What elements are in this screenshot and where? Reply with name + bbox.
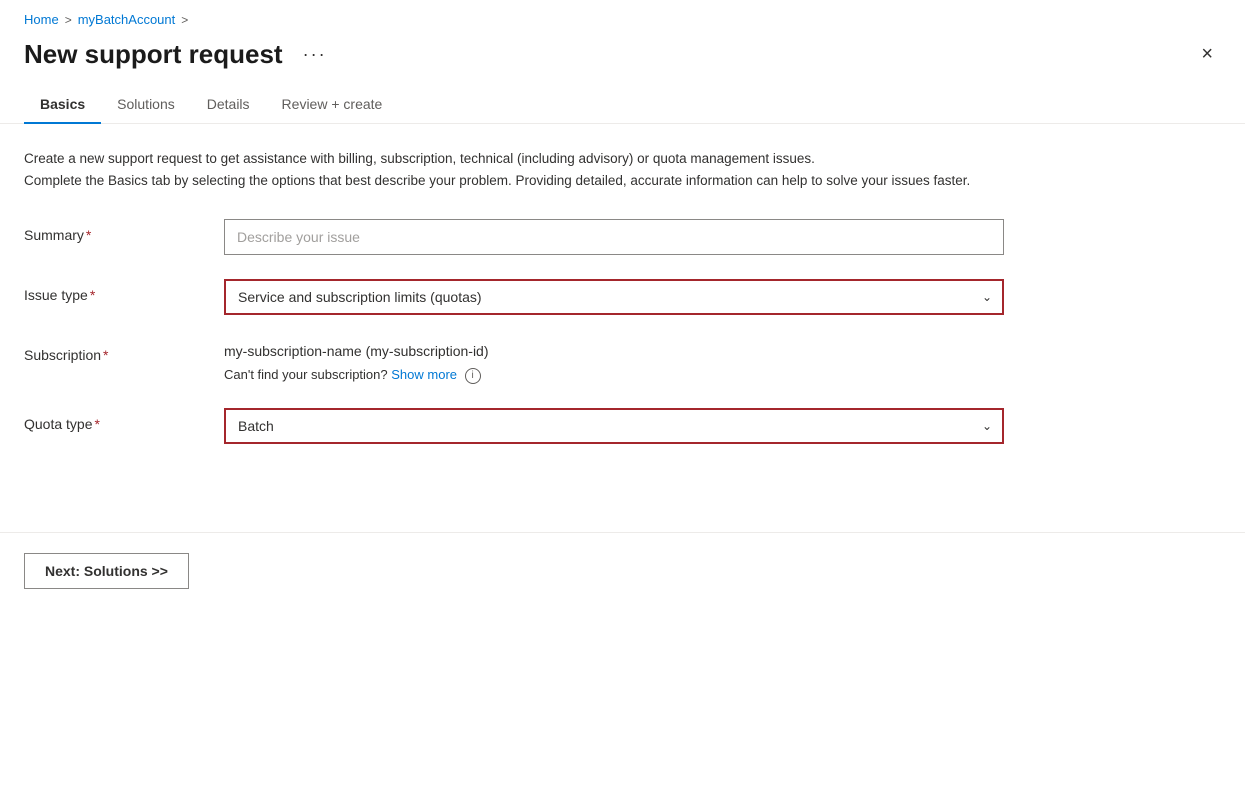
summary-row: Summary* bbox=[24, 219, 1176, 255]
subscription-link-row: Can't find your subscription? Show more … bbox=[224, 367, 1004, 384]
page-header: New support request ··· × bbox=[0, 35, 1245, 86]
summary-label: Summary* bbox=[24, 219, 224, 243]
subscription-control: my-subscription-name (my-subscription-id… bbox=[224, 339, 1004, 384]
page-title: New support request bbox=[24, 39, 283, 70]
issue-type-select-wrapper: Service and subscription limits (quotas)… bbox=[224, 279, 1004, 315]
quota-type-required: * bbox=[95, 416, 100, 432]
summary-control bbox=[224, 219, 1004, 255]
quota-type-label: Quota type* bbox=[24, 408, 224, 432]
tab-details[interactable]: Details bbox=[191, 86, 266, 124]
summary-input[interactable] bbox=[224, 219, 1004, 255]
summary-required: * bbox=[86, 227, 91, 243]
next-solutions-button[interactable]: Next: Solutions >> bbox=[24, 553, 189, 589]
breadcrumb-sep1: > bbox=[65, 13, 72, 27]
issue-type-select[interactable]: Service and subscription limits (quotas)… bbox=[224, 279, 1004, 315]
subscription-required: * bbox=[103, 347, 108, 363]
tab-basics[interactable]: Basics bbox=[24, 86, 101, 124]
more-options-button[interactable]: ··· bbox=[295, 40, 335, 69]
issue-type-required: * bbox=[90, 287, 95, 303]
main-content: Create a new support request to get assi… bbox=[0, 124, 1200, 492]
subscription-row: Subscription* my-subscription-name (my-s… bbox=[24, 339, 1176, 384]
info-icon[interactable]: i bbox=[465, 368, 481, 384]
quota-type-select-wrapper: Batch Other ⌄ bbox=[224, 408, 1004, 444]
cant-find-text: Can't find your subscription? bbox=[224, 367, 388, 382]
show-more-link[interactable]: Show more bbox=[391, 367, 457, 382]
quota-type-select[interactable]: Batch Other bbox=[224, 408, 1004, 444]
tab-review-create[interactable]: Review + create bbox=[266, 86, 399, 124]
close-button[interactable]: × bbox=[1193, 39, 1221, 70]
quota-type-control: Batch Other ⌄ bbox=[224, 408, 1004, 444]
subscription-label: Subscription* bbox=[24, 339, 224, 363]
issue-type-row: Issue type* Service and subscription lim… bbox=[24, 279, 1176, 315]
form-description: Create a new support request to get assi… bbox=[24, 148, 1176, 191]
tabs-bar: Basics Solutions Details Review + create bbox=[0, 86, 1245, 124]
quota-type-row: Quota type* Batch Other ⌄ bbox=[24, 408, 1176, 444]
subscription-value: my-subscription-name (my-subscription-id… bbox=[224, 339, 1004, 359]
breadcrumb-account[interactable]: myBatchAccount bbox=[78, 12, 176, 27]
header-left: New support request ··· bbox=[24, 39, 335, 70]
issue-type-control: Service and subscription limits (quotas)… bbox=[224, 279, 1004, 315]
description-line1: Create a new support request to get assi… bbox=[24, 148, 1176, 170]
footer: Next: Solutions >> bbox=[0, 533, 1245, 609]
breadcrumb-home[interactable]: Home bbox=[24, 12, 59, 27]
tab-solutions[interactable]: Solutions bbox=[101, 86, 191, 124]
breadcrumb-sep2: > bbox=[181, 13, 188, 27]
description-line2: Complete the Basics tab by selecting the… bbox=[24, 170, 1176, 192]
issue-type-label: Issue type* bbox=[24, 279, 224, 303]
breadcrumb: Home > myBatchAccount > bbox=[0, 0, 1245, 35]
